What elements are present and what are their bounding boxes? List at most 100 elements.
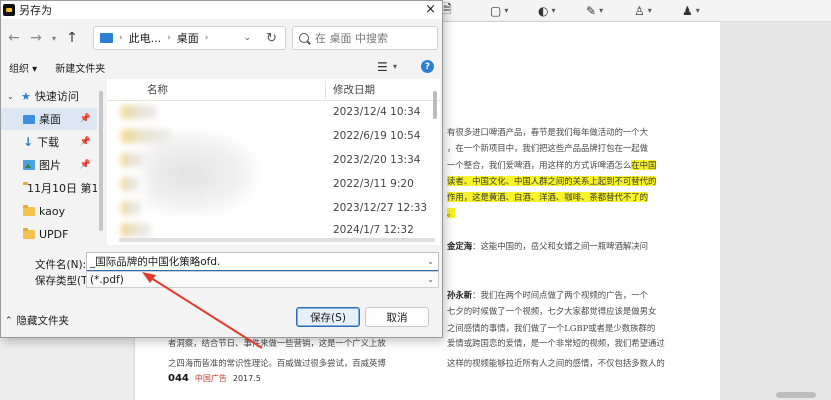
folder-icon [23,204,35,216]
file-name-value[interactable]: _国际品牌的中国化策略ofd. [90,254,220,269]
refresh-icon[interactable]: ↻ [266,31,277,46]
cancel-button[interactable]: 取消 [365,307,429,327]
blurred-file-name [121,201,141,215]
hide-folders-toggle[interactable]: ⌃ 隐藏文件夹 [5,313,69,328]
file-type-select[interactable]: (*.pdf) ⌄ [86,271,439,288]
file-list-vertical-scrollbar[interactable] [433,91,438,241]
sidebar-item-label: 11月10日 第1 [27,182,97,195]
file-type-value[interactable]: (*.pdf) [90,274,124,286]
chevron-down-icon[interactable]: ⌄ [427,275,434,284]
sidebar-item-desktop[interactable]: 桌面 📌 [1,108,97,130]
table-row[interactable]: 2023/2/20 13:34 [107,149,440,171]
column-divider[interactable] [325,81,326,99]
address-bar[interactable]: › 此电... › 桌面 › ⌄ ↻ [93,26,286,50]
article-line: 金定海：这能中国的，岳父和女婿之间一瓶啤酒解决问 [447,241,648,252]
table-row[interactable]: 2023/12/4 10:34 [107,101,440,123]
address-dropdown-chevron-icon[interactable]: ⌄ [243,33,251,43]
article-line: 一个整合，我们爱啤酒，用这样的方式诉啤酒怎么在中国 [447,157,675,173]
view-options-icon[interactable]: ☰ [377,60,388,74]
sidebar-item-updf[interactable]: UPDF [1,223,97,245]
article-line: 有很多进口啤酒产品，春节是我们每年做活动的一个大 [447,124,675,140]
sidebar-item-folder-nov10[interactable]: 11月10日 第1 [1,177,97,199]
sidebar-item-label: 图片 [39,159,61,172]
pin-icon: 📌 [79,114,91,124]
save-as-dialog: 另存为 × ← → ▾ ↑ › 此电... › 桌面 › ⌄ ↻ 在 桌面 中搜… [0,0,443,338]
article-line: 作用，这是黄酒、白酒、洋酒、咖啡、茶都替代不了的 [447,189,675,205]
article-line-text: 之间感情的事情，我们做了一个LGBP或者是少数族群的 [447,322,656,333]
back-arrow-icon[interactable]: ← [3,30,25,46]
file-list-horizontal-scrollbar[interactable] [119,238,435,242]
file-modified-date: 2023/12/27 12:33 [333,202,428,214]
article-line: 爱情或跨国恋的爱情，是一个非常短的视频，我们希望通过 [447,338,665,348]
search-icon [299,33,309,43]
organize-button[interactable]: 组织 ▾ [1,60,45,75]
publication-name: 中国广告 [194,374,227,383]
scrollbar-thumb[interactable] [433,91,437,119]
chevron-down-icon[interactable]: ⌄ [7,92,17,101]
column-header-modified[interactable]: 修改日期 [333,82,375,97]
stamp-tool-icon[interactable]: ♙ ▾ [634,3,660,19]
chevron-down-icon[interactable]: ⌄ [427,257,434,266]
help-icon[interactable]: ? [421,60,434,73]
search-input[interactable]: 在 桌面 中搜索 [292,26,438,50]
navigation-pane-scrollbar[interactable] [97,79,105,245]
table-row[interactable]: 2023/12/27 12:33 [107,197,440,219]
sidebar-item-quick-access[interactable]: ⌄ ★ 快速访问 [1,85,97,107]
highlight-tool-icon[interactable]: ◐ ▾ [538,3,564,19]
sidebar-item-downloads[interactable]: ↓ 下载 📌 [1,131,97,153]
crumb-separator[interactable]: › [205,33,209,43]
column-header-name[interactable]: 名称 [147,82,168,97]
dialog-title: 另存为 [19,4,52,17]
sidebar-item-label: 快速访问 [34,90,79,103]
save-button[interactable]: 保存(S) [296,307,360,327]
article-line: ，在一个新项目中，我们把这些产品品牌打包在一起做 [447,140,675,156]
highlighted-text: 作用，这是黄酒、白酒、洋酒、咖啡、茶都替代不了的 [447,192,648,203]
new-folder-button[interactable]: 新建文件夹 [45,60,113,75]
up-arrow-icon[interactable]: ↑ [61,30,83,46]
marker-tool-icon[interactable]: ♟ ▾ [682,3,708,19]
article-line: 。 [447,205,675,221]
table-row[interactable]: 2022/6/19 10:54 [107,125,440,147]
navigation-row: ← → ▾ ↑ › 此电... › 桌面 › ⌄ ↻ 在 桌面 中搜索 [1,21,442,55]
sidebar-item-kaoy[interactable]: kaoy [1,200,97,222]
file-modified-date: 2022/3/11 9:20 [333,178,414,190]
chevron-up-icon: ⌃ [5,315,13,326]
breadcrumb-this-pc[interactable]: 此电... [129,30,162,46]
pin-icon: 📌 [79,160,91,170]
crumb-separator[interactable]: › [167,33,171,43]
recent-locations-chevron-icon[interactable]: ▾ [47,34,61,43]
sidebar-item-label: UPDF [39,227,69,241]
view-options-chevron-icon[interactable]: ▾ [393,62,397,71]
scrollbar-thumb[interactable] [99,91,103,231]
article-bottom-left: 者洞察，结合节日、事件来做一些营销，这是一个广义上放 之四海而皆准的常识性理论。百… [168,333,448,373]
article-line: 之四海而皆准的常识性理论。百威做过很多尝试，百威英博 [168,358,386,368]
save-icon[interactable]: 🗎 [442,2,468,19]
pdf-horizontal-scrollbar[interactable] [776,392,816,398]
search-placeholder: 在 桌面 中搜索 [315,32,388,45]
article-line-text: 有很多进口啤酒产品，春节是我们每年做活动的一个大 [447,127,648,137]
breadcrumb-desktop[interactable]: 桌面 [177,30,199,46]
crumb-separator[interactable]: › [119,33,123,43]
page-number: 044 [168,373,189,384]
file-name-field[interactable]: _国际品牌的中国化策略ofd. ⌄ [86,252,439,272]
article-line: 孙永新：我们在两个时间点做了两个视频的广告，一个 [447,289,648,300]
forward-arrow-icon[interactable]: → [25,30,47,46]
blurred-file-name [121,129,171,143]
issue-label: 2017.5 [232,374,261,383]
file-modified-date: 2023/2/20 13:34 [333,154,421,166]
article-line-text: 七夕的时候做了一个视频，七夕大家都觉得应该是做男女 [447,306,657,317]
close-icon[interactable]: × [425,2,436,17]
speaker-name: 孙永新 [447,289,473,300]
article-bottom-right: 爱情或跨国恋的爱情，是一个非常短的视频，我们希望通过 这样的视频能够拉近所有人之间… [447,333,675,373]
pin-tool-icon[interactable]: ✎ ▾ [586,3,612,19]
blurred-file-name [121,177,139,191]
table-row[interactable]: 2022/3/11 9:20 [107,173,440,195]
pictures-icon [23,160,35,170]
sort-chevron-icon: ⌃ [227,79,233,84]
sidebar-item-pictures[interactable]: 图片 📌 [1,154,97,176]
shape-tool-icon[interactable]: ▢ ▾ [490,3,516,19]
article-line: 读者、中国文化、中国人群之间的关系上起到不可替代的 [447,173,675,189]
download-icon: ↓ [23,135,34,149]
sidebar-item-label: 下载 [37,136,60,149]
desktop-icon [23,114,35,124]
